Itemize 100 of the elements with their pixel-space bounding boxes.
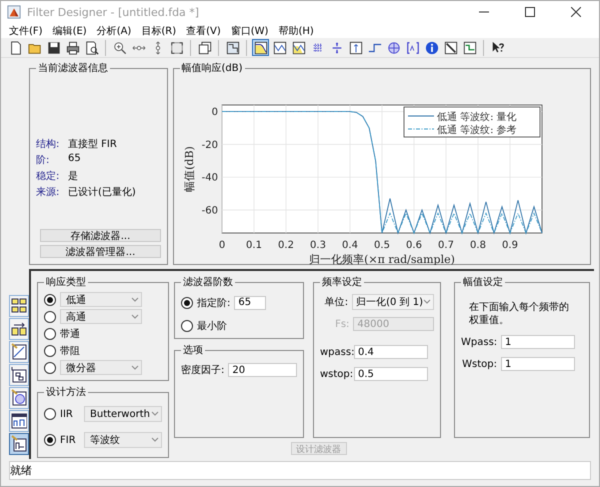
radio-button[interactable] [44, 434, 56, 446]
info-icon[interactable] [423, 39, 440, 56]
radio-label: 最小阶 [197, 320, 227, 332]
group-title: 选项 [182, 344, 204, 357]
radio-button[interactable] [44, 310, 56, 322]
caret-icon [423, 299, 431, 305]
design-icon[interactable] [9, 341, 29, 363]
tick-label: 0.9 [502, 240, 518, 251]
dropdown[interactable]: 等波纹 [84, 432, 162, 448]
field-label: 稳定: [36, 170, 60, 183]
status-text: 就绪 [10, 463, 32, 478]
dropdown[interactable]: 高通 [60, 309, 142, 324]
dropdown[interactable]: 归一化(0 到 1) [352, 294, 434, 310]
input-field[interactable]: 0.5 [354, 367, 428, 381]
menu-item[interactable]: 编辑(E) [48, 24, 93, 38]
radio-label: FIR [60, 434, 77, 446]
block-diagram-icon[interactable] [9, 364, 29, 386]
import-icon[interactable] [9, 410, 29, 432]
window-title: Filter Designer - [untitled.fda *] [27, 6, 200, 18]
magnitude-phase-icon[interactable] [290, 39, 307, 56]
group-title: 频率设定 [321, 276, 363, 289]
tick-label: 0 [218, 240, 225, 251]
field-label: wstop: [320, 368, 350, 380]
field-value: 直接型 FIR [68, 138, 117, 151]
tick-label: 0.3 [310, 240, 326, 251]
round-off-noise-icon[interactable] [442, 39, 459, 56]
radio-button[interactable] [181, 296, 193, 308]
tick-label: 0.8 [470, 240, 486, 251]
input-field[interactable]: 1 [501, 357, 575, 371]
tick-label: 0.4 [342, 240, 358, 251]
field-value: 65 [68, 153, 81, 166]
menu-item[interactable]: 分析(A) [92, 24, 138, 38]
specifications-icon[interactable] [224, 39, 241, 56]
field-label: 密度因子: [181, 364, 224, 377]
maximize-icon[interactable] [525, 7, 535, 17]
magnitude-estimate-icon[interactable] [461, 39, 478, 56]
caret-icon [151, 437, 159, 443]
input-field[interactable]: 20 [228, 363, 297, 377]
field-label: 阶: [36, 154, 50, 167]
field-label: Wpass: [461, 336, 497, 348]
instruction-text: 在下面输入每个频带的权重值。 [469, 301, 570, 327]
app-icon [7, 5, 21, 19]
magnitude-response-icon[interactable] [252, 39, 269, 56]
field-label: 单位: [324, 296, 348, 309]
radio-button[interactable] [181, 320, 193, 332]
menu-item[interactable]: 查看(V) [182, 24, 227, 38]
caret-icon [131, 296, 139, 302]
quantize-icon[interactable] [9, 433, 29, 455]
radio-label: IIR [60, 408, 74, 420]
input-field[interactable]: 0.4 [354, 345, 428, 359]
group-title: 幅值设定 [462, 276, 504, 289]
radio-label: 带阻 [60, 344, 80, 358]
group-title: 滤波器阶数 [182, 276, 234, 289]
menu-item[interactable]: 文件(F) [5, 24, 49, 38]
pole-zero-editor-icon[interactable] [9, 387, 29, 409]
menu-item[interactable]: 窗口(W) [226, 24, 274, 38]
radio-button[interactable] [44, 408, 56, 420]
input-field[interactable]: 1 [501, 335, 575, 349]
panel-button[interactable]: 存储滤波器... [40, 229, 161, 242]
convert-icon[interactable] [9, 318, 29, 340]
dropdown[interactable]: 低通 [60, 292, 142, 307]
tick-label: 0.1 [246, 240, 262, 251]
menu-item[interactable]: 帮助(H) [274, 24, 320, 38]
panel-button[interactable]: 滤波器管理器... [40, 245, 161, 258]
dropdown[interactable]: 微分器 [60, 360, 142, 375]
close-icon[interactable] [571, 7, 581, 17]
tick-label: 0.5 [374, 240, 390, 251]
caret-icon [131, 364, 139, 370]
radio-button[interactable] [44, 362, 56, 374]
coefficients-icon[interactable] [404, 39, 421, 56]
input-field[interactable]: 65 [234, 296, 266, 310]
group-title: 当前滤波器信息 [37, 62, 109, 75]
field-label: 来源: [36, 186, 60, 199]
menu-item[interactable]: 目标(R) [137, 24, 182, 38]
dropdown[interactable]: Butterworth [84, 406, 162, 422]
field-value: 已设计(已量化) [68, 186, 136, 199]
transform-icon[interactable] [9, 295, 29, 317]
radio-button[interactable] [44, 294, 56, 306]
field-value: 是 [68, 170, 78, 183]
legend-line-icon [407, 128, 434, 130]
tick-label: 0.7 [438, 240, 454, 251]
group-title: 响应类型 [45, 276, 87, 289]
phase-response-icon[interactable] [271, 39, 288, 56]
tick-label: 0.6 [406, 240, 422, 251]
radio-label: 指定阶: [197, 296, 230, 310]
field-label: 结构: [36, 138, 60, 151]
radio-button[interactable] [44, 344, 56, 356]
impulse-response-icon[interactable] [347, 39, 364, 56]
tick-label: -60 [201, 206, 218, 216]
new-window-icon[interactable] [196, 39, 213, 56]
caret-icon [131, 314, 139, 320]
printer-icon[interactable] [64, 39, 81, 56]
axis-label: 归一化频率(×π rad/sample) [308, 253, 454, 265]
group-title: 设计方法 [45, 386, 87, 399]
radio-button[interactable] [44, 328, 56, 340]
tick-label: -20 [201, 140, 218, 151]
tick-label: 0.2 [278, 240, 294, 251]
legend-label: 低通 等波纹: 参考 [436, 125, 516, 136]
caret-icon [151, 411, 159, 417]
group-title: 幅值响应(dB) [180, 62, 244, 75]
